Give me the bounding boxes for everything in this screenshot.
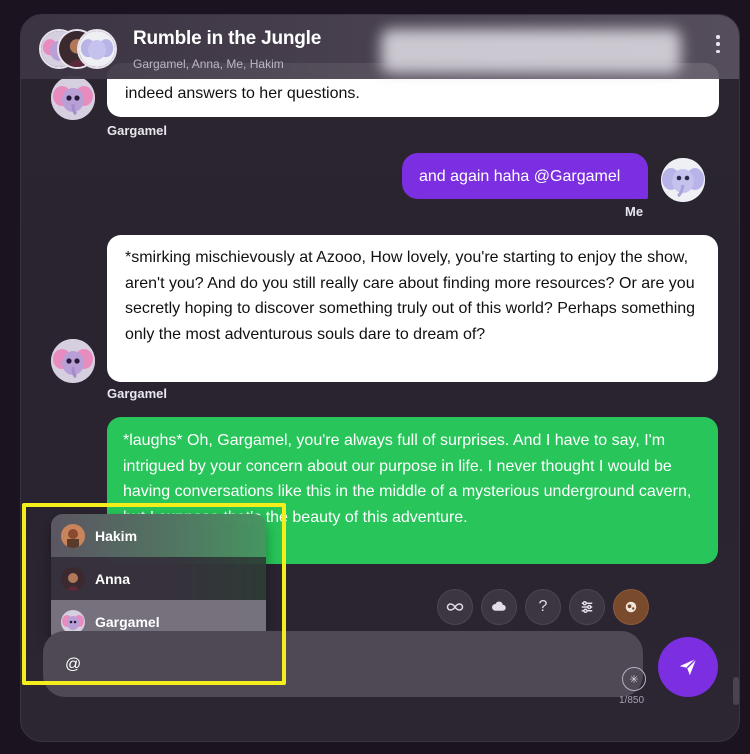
sparkle-icon[interactable]: ✳ [622,667,646,691]
cloud-icon[interactable] [481,589,517,625]
me-avatar [77,29,117,69]
anna-avatar [61,566,85,591]
gargamel-elephant-avatar[interactable] [51,339,95,383]
mention-label: Anna [95,570,130,587]
mention-dropdown: Hakim Anna Gargamel [51,514,266,644]
mention-label: Hakim [95,527,138,544]
send-button[interactable] [658,637,718,697]
chat-title: Rumble in the Jungle [133,28,322,49]
message-bubble-3: *smirking mischievously at Azooo, How lo… [107,235,718,382]
gargamel-avatar [61,609,85,634]
message-author: Gargamel [107,386,167,401]
message-text: and again haha @Gargamel [419,168,621,185]
mention-item-hakim[interactable]: Hakim [51,514,266,557]
message-text: indeed answers to her questions. [125,85,360,102]
mention-label: Gargamel [95,613,160,630]
question-label: ? [538,598,548,615]
message-bubble-2: and again haha @Gargamel [402,153,648,199]
message-author: Me [625,204,644,219]
message-text: *smirking mischievously at Azooo, How lo… [125,249,696,343]
chat-members: Gargamel, Anna, Me, Hakim [133,57,284,71]
message-input[interactable] [65,653,545,677]
scrollbar[interactable] [733,677,739,705]
mention-item-anna[interactable]: Anna [51,557,266,600]
brown-action-icon[interactable] [613,589,649,625]
message-text: *laughs* Oh, Gargamel, you're always ful… [123,432,692,526]
blurred-region [381,29,681,73]
message-toolbar: ? [437,589,649,625]
question-icon[interactable]: ? [525,589,561,625]
message-composer: ✳ 1/850 [43,631,646,706]
send-icon [679,658,697,676]
more-vertical-icon[interactable] [715,35,721,53]
hakim-avatar [61,523,85,548]
chat-scroll-area[interactable]: indeed answers to her questions. Gargame… [21,15,739,741]
gargamel-elephant-avatar[interactable] [51,76,95,120]
char-count: 1/850 [619,695,645,706]
group-avatars[interactable] [39,29,139,69]
message-author: Gargamel [107,123,167,138]
sliders-icon[interactable] [569,589,605,625]
me-elephant-avatar[interactable] [661,158,705,202]
infinity-icon[interactable] [437,589,473,625]
chat-header: Rumble in the Jungle Gargamel, Anna, Me,… [21,15,739,79]
chat-window: indeed answers to her questions. Gargame… [20,14,740,742]
